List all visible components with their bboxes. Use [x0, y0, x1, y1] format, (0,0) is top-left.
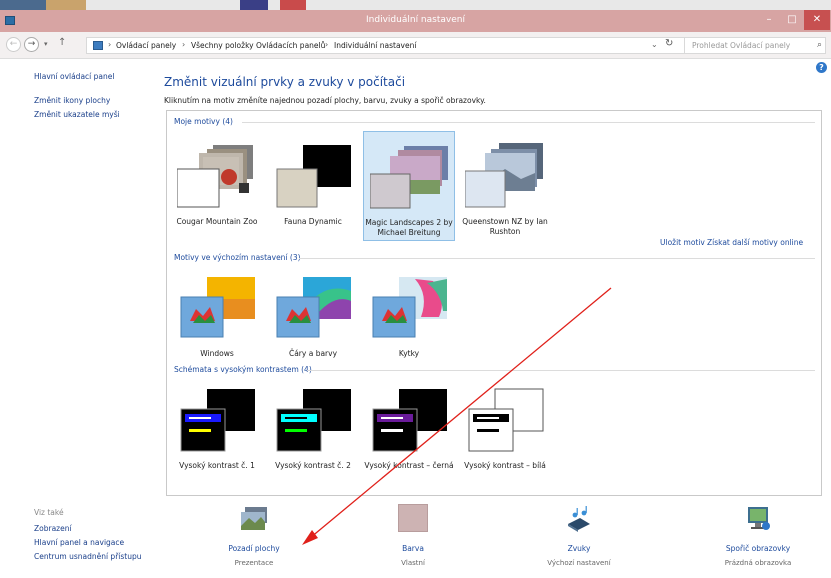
theme-name: Vysoký kontrast č. 1: [179, 461, 255, 470]
section-my-themes[interactable]: Moje motivy (4): [174, 117, 233, 126]
high-contrast-2-icon: [276, 389, 351, 452]
save-theme-link[interactable]: Uložit motiv: [660, 238, 705, 247]
taskbar-thumb[interactable]: [280, 0, 306, 10]
theme-name: Fauna Dynamic: [284, 217, 342, 226]
search-placeholder: Prohledat Ovládací panely: [692, 41, 791, 50]
theme-cougar-mountain-zoo[interactable]: Cougar Mountain Zoo: [171, 131, 263, 241]
tile-subtitle: Prázdná obrazovka: [724, 559, 792, 567]
windows-theme-icon: [180, 277, 255, 338]
zoo-photo-stack-icon: [177, 145, 253, 208]
theme-magic-landscapes[interactable]: Magic Landscapes 2 by Michael Breitung: [363, 131, 455, 241]
link-display[interactable]: Zobrazení: [34, 524, 72, 533]
section-divider: [307, 370, 815, 371]
maximize-button[interactable]: □: [781, 10, 803, 30]
theme-name: Vysoký kontrast – černá: [364, 461, 454, 470]
page-title: Změnit vizuální prvky a zvuky v počítači: [164, 75, 406, 89]
taskbar-strip: [0, 0, 831, 10]
back-button[interactable]: ←: [6, 37, 21, 52]
breadcrumb-separator[interactable]: ›: [182, 40, 185, 49]
sounds-tile[interactable]: Zvuky Výchozí nastavení: [524, 502, 634, 576]
breadcrumb-item[interactable]: Ovládací panely: [116, 41, 176, 50]
theme-high-contrast-black[interactable]: Vysoký kontrast – černá: [363, 375, 455, 485]
section-divider: [242, 122, 815, 123]
link-ease-of-access[interactable]: Centrum usnadnění přístupu: [34, 552, 141, 561]
high-contrast-1-icon: [180, 389, 255, 452]
screensaver-tile[interactable]: Spořič obrazovky Prázdná obrazovka: [703, 502, 813, 576]
theme-queenstown-nz[interactable]: Queenstown NZ by Ian Rushton: [459, 131, 551, 241]
tile-label[interactable]: Pozadí plochy: [199, 544, 309, 553]
tile-label[interactable]: Spořič obrazovky: [703, 544, 813, 553]
dark-theme-stack-icon: [276, 145, 351, 208]
up-button[interactable]: ↑: [58, 37, 66, 48]
high-contrast-white-icon: [468, 388, 544, 452]
window-title: Individuální nastavení: [366, 15, 465, 25]
theme-name: Magic Landscapes 2 by Michael Breitung: [365, 218, 453, 237]
breadcrumb-item[interactable]: Všechny položky Ovládacích panelů: [191, 41, 325, 50]
help-icon[interactable]: ?: [816, 62, 827, 73]
breadcrumb-separator[interactable]: ›: [325, 40, 328, 49]
link-control-panel-home[interactable]: Hlavní ovládací panel: [34, 72, 114, 81]
theme-windows[interactable]: Windows: [171, 263, 263, 373]
desktop-background-tile[interactable]: Pozadí plochy Prezentace: [199, 502, 309, 576]
search-icon[interactable]: ⌕: [817, 40, 822, 50]
sounds-icon: [568, 506, 590, 532]
high-contrast-black-icon: [372, 389, 447, 452]
lines-colors-theme-icon: [276, 277, 351, 338]
section-divider: [299, 258, 815, 259]
theme-high-contrast-2[interactable]: Vysoký kontrast č. 2: [267, 375, 359, 485]
breadcrumb[interactable]: › Ovládací panely › Všechny položky Ovlá…: [86, 37, 726, 54]
recent-locations-icon[interactable]: ▾: [44, 40, 48, 48]
theme-name: Kytky: [398, 349, 420, 358]
theme-name: Queenstown NZ by Ian Rushton: [462, 217, 548, 236]
taskbar-thumb[interactable]: [240, 0, 268, 10]
forward-button[interactable]: →: [24, 37, 39, 52]
color-icon: [398, 504, 428, 532]
flowers-theme-icon: [372, 277, 447, 338]
theme-name: Vysoký kontrast č. 2: [275, 461, 351, 470]
landscape-photo-stack-icon: [370, 146, 448, 209]
theme-name: Cougar Mountain Zoo: [176, 217, 258, 226]
breadcrumb-item[interactable]: Individuální nastavení: [334, 41, 416, 50]
mountain-photo-stack-icon: [465, 143, 543, 208]
theme-name: Čáry a barvy: [288, 349, 338, 358]
section-high-contrast[interactable]: Schémata s vysokým kontrastem (4): [174, 365, 312, 374]
breadcrumb-separator[interactable]: ›: [108, 40, 111, 49]
desktop-background-icon: [241, 507, 267, 530]
control-panel-icon: [93, 41, 103, 50]
minimize-button[interactable]: –: [758, 10, 780, 30]
link-change-desktop-icons[interactable]: Změnit ikony plochy: [34, 96, 110, 105]
theme-high-contrast-1[interactable]: Vysoký kontrast č. 1: [171, 375, 263, 485]
left-pane: Hlavní ovládací panel Změnit ikony ploch…: [0, 60, 142, 578]
refresh-icon[interactable]: ↻: [665, 38, 673, 49]
theme-fauna-dynamic[interactable]: Fauna Dynamic: [267, 131, 359, 241]
theme-lines-colors[interactable]: Čáry a barvy: [267, 263, 359, 373]
taskbar-thumb[interactable]: [0, 0, 46, 10]
color-tile[interactable]: Barva Vlastní: [358, 502, 468, 576]
theme-list: Moje motivy (4) Cougar Mountain Zoo Faun…: [166, 110, 822, 496]
address-bar: ← → ▾ ↑ › Ovládací panely › Všechny polo…: [0, 32, 831, 59]
taskbar-thumb[interactable]: [46, 0, 86, 10]
close-button[interactable]: ✕: [804, 10, 830, 30]
link-taskbar-navigation[interactable]: Hlavní panel a navigace: [34, 538, 124, 547]
theme-flowers[interactable]: Kytky: [363, 263, 455, 373]
get-more-themes-link[interactable]: Získat další motivy online: [707, 238, 803, 247]
page-description: Kliknutím na motiv změníte najednou poza…: [164, 96, 486, 105]
theme-name: Vysoký kontrast – bílá: [464, 461, 546, 470]
section-default-themes[interactable]: Motivy ve výchozím nastavení (3): [174, 253, 301, 262]
tile-subtitle: Prezentace: [234, 559, 274, 567]
theme-high-contrast-white[interactable]: Vysoký kontrast – bílá: [459, 375, 551, 485]
see-also-heading: Viz také: [34, 508, 64, 517]
title-bar: Individuální nastavení – □ ✕: [0, 10, 831, 32]
link-change-mouse-pointers[interactable]: Změnit ukazatele myši: [34, 110, 120, 119]
address-dropdown-icon[interactable]: ⌄: [651, 40, 658, 49]
tile-label[interactable]: Zvuky: [524, 544, 634, 553]
tile-label[interactable]: Barva: [358, 544, 468, 553]
screensaver-icon: [748, 507, 770, 530]
tile-subtitle: Vlastní: [401, 559, 425, 567]
search-input[interactable]: Prohledat Ovládací panely ⌕: [684, 37, 826, 54]
tile-subtitle: Výchozí nastavení: [547, 559, 611, 567]
theme-name: Windows: [200, 349, 234, 358]
